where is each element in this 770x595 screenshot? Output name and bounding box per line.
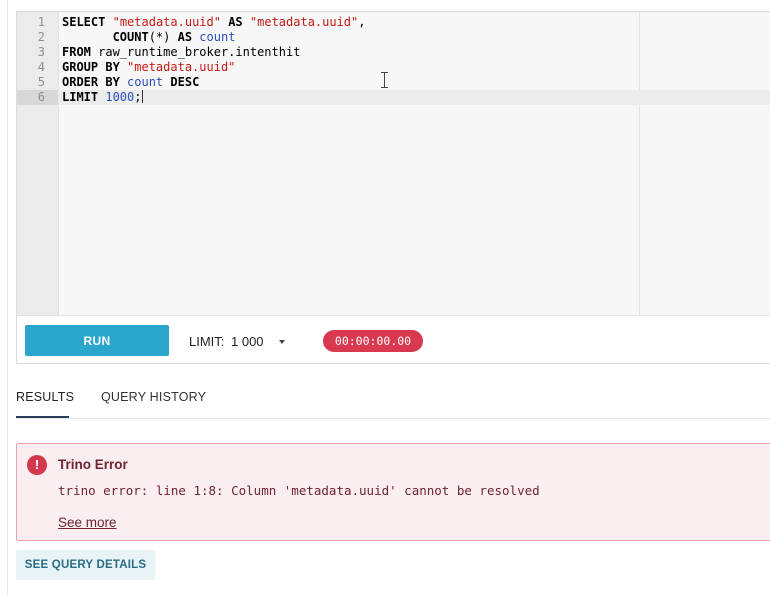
text-cursor-icon bbox=[381, 72, 388, 88]
limit-value: 1 000 bbox=[231, 334, 264, 349]
code-token: FROM bbox=[62, 45, 91, 59]
code-token: GROUP BY bbox=[62, 60, 120, 74]
error-icon: ! bbox=[27, 455, 47, 475]
line-number: 4 bbox=[37, 60, 45, 74]
code-token: COUNT bbox=[112, 30, 149, 44]
code-line[interactable]: 5 ORDER BY count DESC bbox=[17, 75, 770, 90]
code-token: ORDER BY bbox=[62, 75, 120, 89]
code-token: SELECT bbox=[62, 15, 106, 29]
error-title: Trino Error bbox=[58, 457, 128, 472]
line-number: 1 bbox=[37, 15, 45, 29]
code-token: AS bbox=[228, 15, 243, 29]
code-text: GROUP BY "metadata.uuid" bbox=[62, 60, 235, 75]
code-line[interactable]: 3 FROM raw_runtime_broker.intenthit bbox=[17, 45, 770, 60]
code-token: "metadata.uuid" bbox=[249, 15, 359, 29]
code-token: , bbox=[358, 15, 366, 29]
line-number: 5 bbox=[37, 75, 45, 89]
tab-results[interactable]: RESULTS bbox=[16, 390, 74, 404]
sql-editor[interactable]: 1 SELECT "metadata.uuid" AS "metadata.uui… bbox=[17, 12, 770, 316]
active-tab-indicator bbox=[16, 416, 69, 418]
code-token: "metadata.uuid" bbox=[127, 60, 236, 74]
code-text: ORDER BY count DESC bbox=[62, 75, 199, 90]
left-divider bbox=[7, 0, 8, 595]
line-number: 6 bbox=[17, 90, 58, 105]
code-token: (*) bbox=[148, 30, 178, 44]
query-timer-badge: 00:00:00.00 bbox=[323, 330, 423, 352]
run-button[interactable]: RUN bbox=[25, 325, 169, 356]
see-more-link[interactable]: See more bbox=[58, 515, 117, 530]
code-text: LIMIT 1000; bbox=[62, 90, 143, 105]
code-token: DESC bbox=[170, 75, 200, 89]
code-token: LIMIT bbox=[62, 90, 99, 104]
chevron-down-icon[interactable] bbox=[279, 340, 285, 344]
code-token: "metadata.uuid" bbox=[112, 15, 221, 29]
code-text: FROM raw_runtime_broker.intenthit bbox=[62, 45, 300, 60]
result-tabs: RESULTS QUERY HISTORY bbox=[16, 380, 770, 419]
line-number: 3 bbox=[37, 45, 45, 59]
code-text: COUNT(*) AS count bbox=[62, 30, 236, 45]
code-token: AS bbox=[177, 30, 193, 44]
code-token: count bbox=[127, 75, 164, 89]
code-line[interactable]: 1 SELECT "metadata.uuid" AS "metadata.uui… bbox=[17, 15, 770, 30]
code-token: raw_runtime_broker.intenthit bbox=[90, 45, 301, 59]
tab-query-history[interactable]: QUERY HISTORY bbox=[101, 390, 206, 404]
error-message: trino error: line 1:8: Column 'metadata.… bbox=[58, 483, 540, 498]
limit-label: LIMIT: bbox=[189, 334, 225, 349]
code-text: SELECT "metadata.uuid" AS "metadata.uuid… bbox=[62, 15, 366, 30]
see-query-details-button[interactable]: SEE QUERY DETAILS bbox=[16, 550, 155, 580]
code-line[interactable]: 4 GROUP BY "metadata.uuid" bbox=[17, 60, 770, 75]
code-token: 1000 bbox=[105, 90, 135, 104]
editor-toolbar: RUN LIMIT: 1 000 00:00:00.00 bbox=[17, 315, 770, 365]
code-token: ; bbox=[134, 90, 142, 104]
error-alert: ! Trino Error trino error: line 1:8: Col… bbox=[16, 443, 770, 541]
code-token: count bbox=[199, 30, 236, 44]
line-number: 2 bbox=[37, 30, 45, 44]
query-editor-panel: 1 SELECT "metadata.uuid" AS "metadata.uui… bbox=[16, 11, 770, 364]
code-line[interactable]: 2 COUNT(*) AS count bbox=[17, 30, 770, 45]
caret bbox=[141, 90, 143, 103]
code-line[interactable]: 6 LIMIT 1000; bbox=[17, 90, 770, 105]
